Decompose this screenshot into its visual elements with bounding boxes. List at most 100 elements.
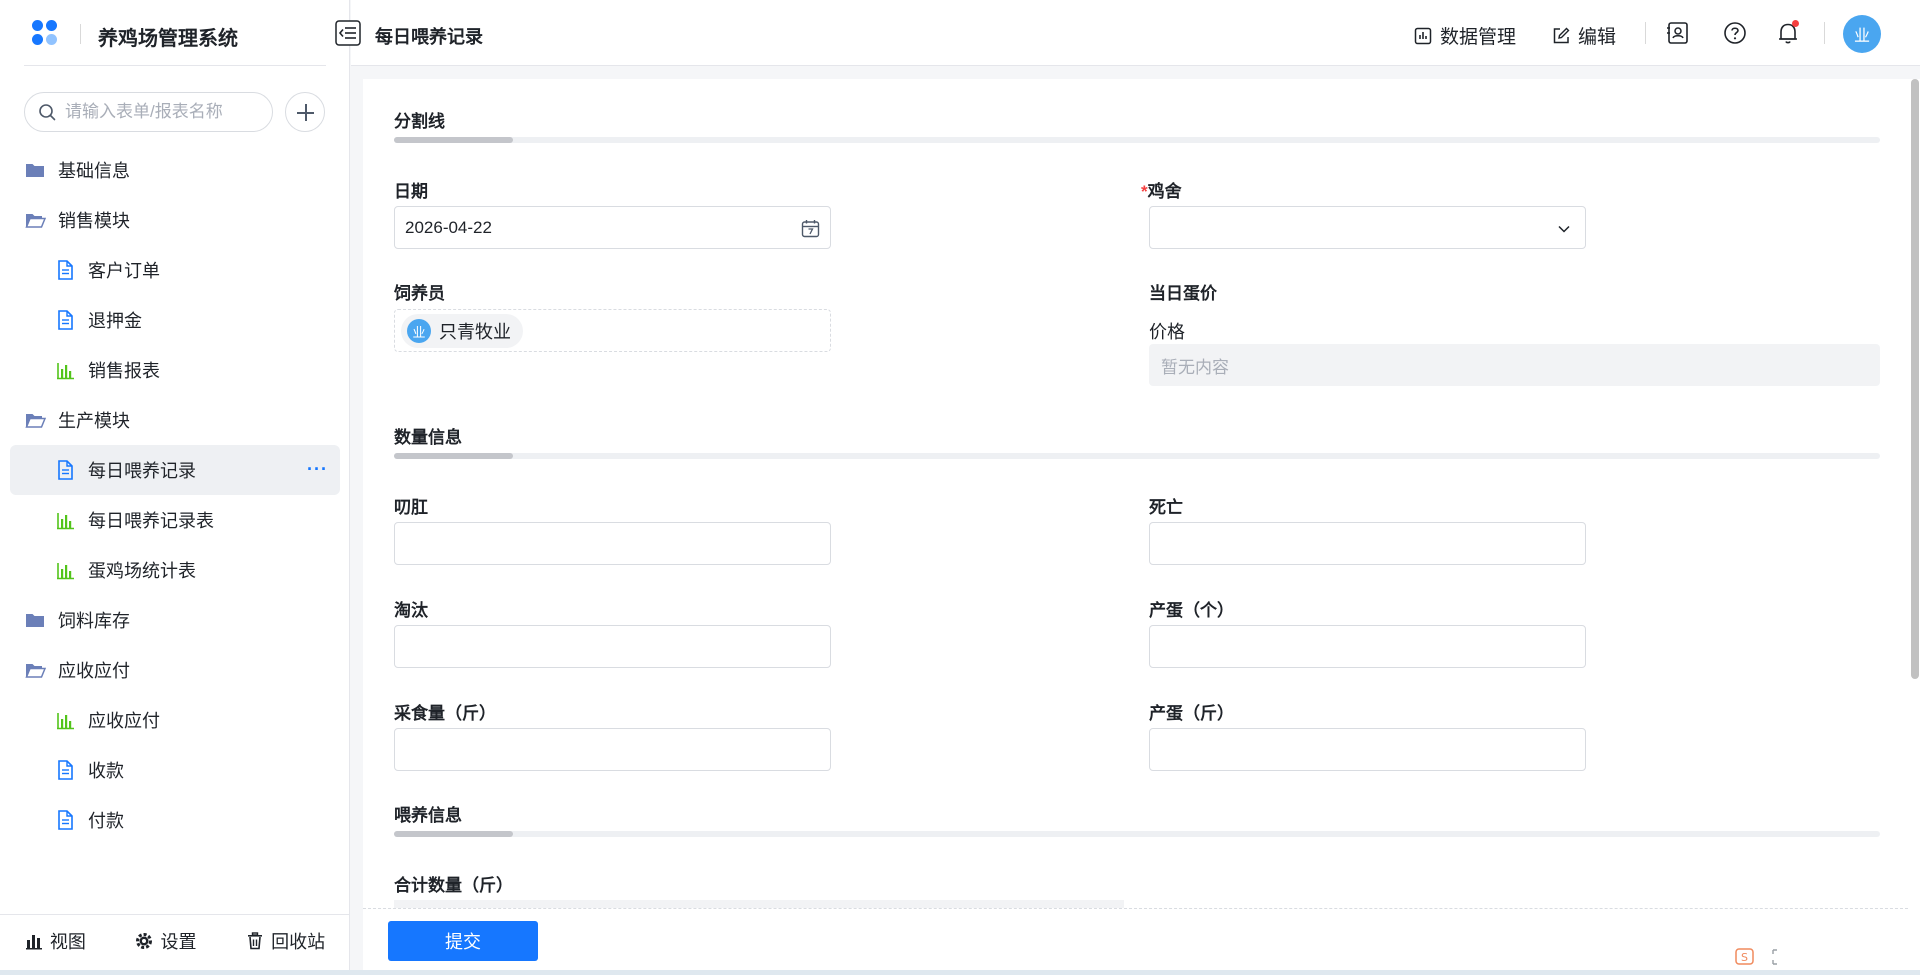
cull-input[interactable] bbox=[394, 625, 831, 668]
sidebar-nav: 基础信息销售模块客户订单退押金 销售报表 生产模块 每日喂养记录 ··· 每日喂养记录表蛋… bbox=[10, 145, 340, 845]
sidebar-item-4[interactable]: 销售报表 bbox=[10, 345, 340, 395]
brand-divider-line bbox=[24, 65, 326, 66]
edit-icon bbox=[1553, 27, 1570, 43]
data-manage-button[interactable]: 数据管理 bbox=[1414, 22, 1516, 49]
brand-divider bbox=[80, 24, 81, 44]
section-divider-bar bbox=[394, 831, 1880, 837]
eggs-count-input[interactable] bbox=[1149, 625, 1586, 668]
sidebar-item-8[interactable]: 蛋鸡场统计表 bbox=[10, 545, 340, 595]
price-sublabel: 价格 bbox=[1149, 322, 1185, 342]
sidebar-group-1[interactable]: 销售模块 bbox=[10, 195, 340, 245]
form-document-icon bbox=[58, 810, 73, 830]
edit-button[interactable]: 编辑 bbox=[1552, 22, 1616, 49]
form-icon-wrap bbox=[54, 459, 76, 481]
data-manage-icon bbox=[1414, 27, 1432, 44]
death-input[interactable] bbox=[1149, 522, 1586, 565]
member-name: 只青牧业 bbox=[439, 322, 511, 342]
report-icon-wrap bbox=[54, 559, 76, 581]
settings-button[interactable]: 设置 bbox=[135, 928, 196, 954]
price-readonly-field: 暂无内容 bbox=[1149, 344, 1880, 386]
sidebar-group-0[interactable]: 基础信息 bbox=[10, 145, 340, 195]
coop-select[interactable] bbox=[1149, 206, 1586, 249]
help-icon[interactable] bbox=[1723, 21, 1747, 45]
report-chart-icon bbox=[57, 363, 74, 380]
sidebar-item-label: 客户订单 bbox=[88, 261, 160, 281]
trash-button[interactable]: 回收站 bbox=[246, 928, 325, 954]
form-icon-wrap bbox=[54, 809, 76, 831]
folder-open-icon bbox=[25, 214, 47, 228]
data-manage-label: 数据管理 bbox=[1440, 27, 1517, 48]
bar-chart-icon bbox=[25, 934, 42, 949]
folder-icon bbox=[26, 164, 44, 177]
search-input[interactable] bbox=[65, 101, 265, 123]
sidebar-group-5[interactable]: 生产模块 bbox=[10, 395, 340, 445]
eggs-weight-label: 产蛋（斤） bbox=[1149, 704, 1234, 723]
app-title: 养鸡场管理系统 bbox=[98, 28, 238, 50]
total-label: 合计数量（斤） bbox=[394, 876, 513, 895]
view-button[interactable]: 视图 bbox=[25, 928, 86, 954]
date-input[interactable]: 2026-04-22 bbox=[394, 206, 831, 249]
keeper-label: 饲养员 bbox=[394, 284, 445, 303]
view-label: 视图 bbox=[49, 931, 86, 952]
form-document-icon bbox=[58, 460, 73, 480]
sidebar-item-label: 基础信息 bbox=[58, 161, 130, 181]
sidebar-item-label: 蛋鸡场统计表 bbox=[88, 561, 196, 581]
submit-button[interactable]: 提交 bbox=[388, 921, 538, 961]
form-footer bbox=[363, 908, 1908, 975]
report-chart-icon bbox=[57, 713, 74, 730]
folder-open-icon-wrap bbox=[24, 209, 47, 231]
form-document-icon bbox=[58, 310, 73, 330]
member-avatar: 业 bbox=[407, 319, 431, 343]
window-bottom-border bbox=[0, 970, 1920, 975]
keeper-member-field[interactable]: 业 只青牧业 bbox=[394, 309, 831, 352]
report-icon-wrap bbox=[54, 509, 76, 531]
trash-label: 回收站 bbox=[271, 931, 326, 952]
sidebar-bottom-bar: 视图 设置 回收站 bbox=[0, 914, 350, 966]
egg-price-label: 当日蛋价 bbox=[1149, 284, 1217, 303]
cull-label: 淘汰 bbox=[394, 601, 428, 620]
user-avatar[interactable]: 业 bbox=[1843, 15, 1881, 53]
floating-tool-icon[interactable]: S bbox=[1735, 946, 1785, 968]
feed-label: 采食量（斤） bbox=[394, 704, 496, 723]
sidebar-toggle-icon[interactable] bbox=[335, 20, 361, 46]
sidebar-group-10[interactable]: 应收应付 bbox=[10, 645, 340, 695]
svg-text:S: S bbox=[1741, 951, 1748, 964]
search-icon bbox=[39, 104, 56, 121]
section-divider-bar bbox=[394, 453, 1880, 459]
app-logo-icon bbox=[32, 20, 58, 46]
sidebar-group-9[interactable]: 饲料库存 bbox=[10, 595, 340, 645]
sidebar-item-7[interactable]: 每日喂养记录表 bbox=[10, 495, 340, 545]
member-tag[interactable]: 业 只青牧业 bbox=[401, 314, 523, 348]
sidebar-item-2[interactable]: 客户订单 bbox=[10, 245, 340, 295]
calendar-icon[interactable] bbox=[801, 219, 820, 238]
more-options-icon[interactable]: ··· bbox=[307, 459, 328, 480]
folder-open-icon-wrap bbox=[24, 409, 47, 431]
sidebar-item-12[interactable]: 收款 bbox=[10, 745, 340, 795]
sidebar-item-6[interactable]: 每日喂养记录 ··· bbox=[10, 445, 340, 495]
required-mark: * bbox=[1141, 182, 1148, 201]
feed-input[interactable] bbox=[394, 728, 831, 771]
folder-open-icon bbox=[25, 664, 47, 678]
form-document-icon bbox=[58, 260, 73, 280]
contacts-icon[interactable] bbox=[1666, 21, 1690, 45]
sidebar-item-13[interactable]: 付款 bbox=[10, 795, 340, 845]
brand-header: 养鸡场管理系统 bbox=[0, 0, 350, 66]
sidebar-item-label: 付款 bbox=[88, 811, 124, 831]
eggs-weight-input[interactable] bbox=[1149, 728, 1586, 771]
sidebar: 养鸡场管理系统 基础信息销售模块客户订单退押金销售报表生产模块每日喂养记录 ···… bbox=[0, 0, 350, 975]
folder-icon-wrap bbox=[24, 609, 46, 631]
total-readonly-field bbox=[394, 900, 1124, 908]
notification-dot bbox=[1792, 20, 1799, 27]
date-value: 2026-04-22 bbox=[405, 217, 492, 237]
add-item-button[interactable] bbox=[285, 92, 325, 132]
form-scrollbar[interactable] bbox=[1911, 79, 1919, 679]
death-label: 死亡 bbox=[1149, 498, 1183, 517]
folder-open-icon bbox=[25, 414, 47, 428]
section-title-divider: 分割线 bbox=[394, 112, 445, 131]
gear-icon bbox=[136, 932, 153, 949]
sidebar-item-label: 每日喂养记录表 bbox=[88, 511, 214, 531]
sidebar-item-11[interactable]: 应收应付 bbox=[10, 695, 340, 745]
peck-input[interactable] bbox=[394, 522, 831, 565]
sidebar-item-3[interactable]: 退押金 bbox=[10, 295, 340, 345]
settings-label: 设置 bbox=[160, 931, 197, 952]
